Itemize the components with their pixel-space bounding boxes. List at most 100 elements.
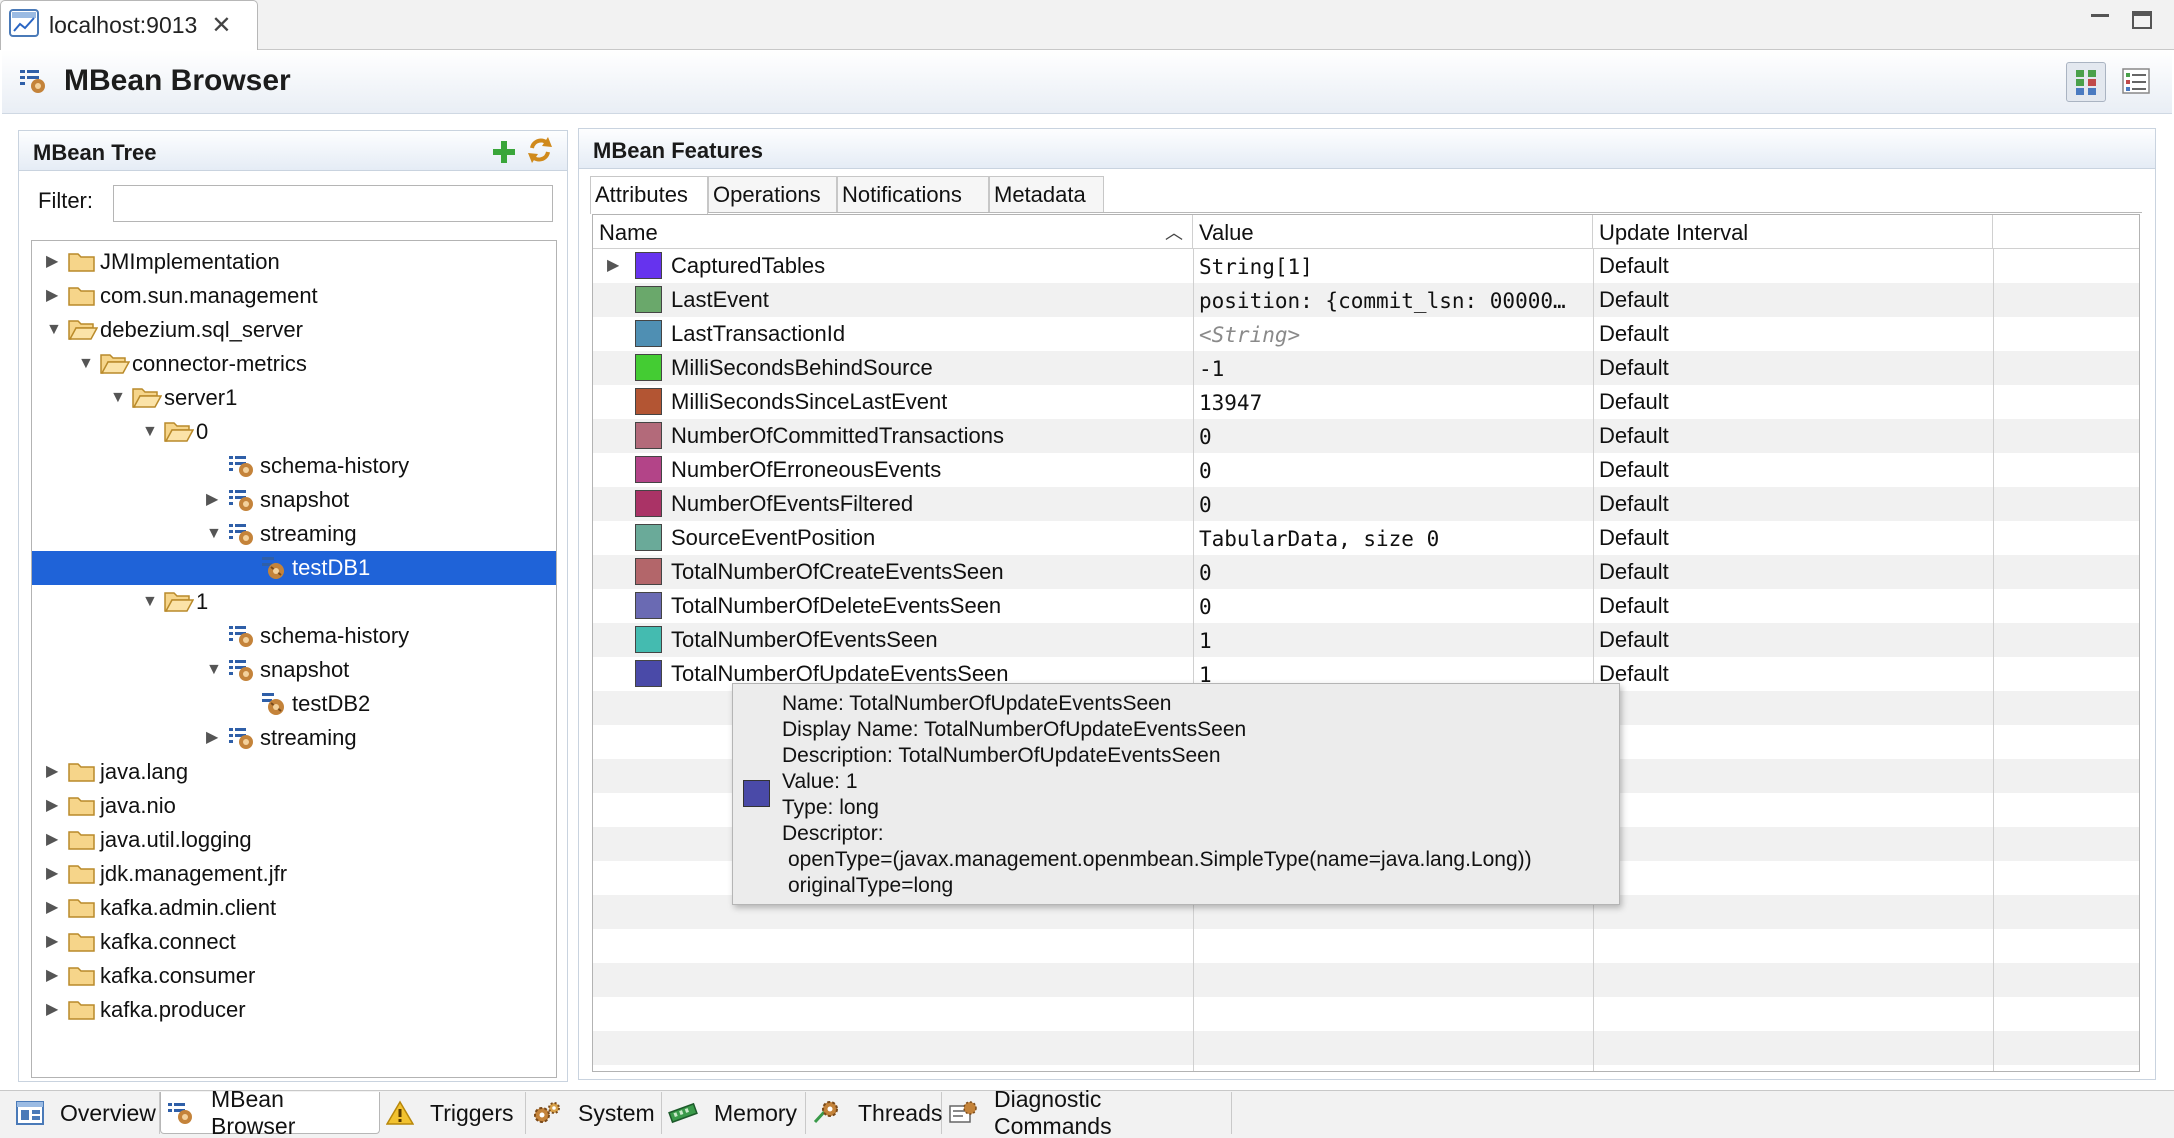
tree-item[interactable]: ▶ java.nio — [32, 789, 556, 823]
attribute-value[interactable]: String[1] — [1199, 255, 1587, 279]
tree-item[interactable]: ▼ streaming — [32, 517, 556, 551]
collapse-arrow-icon[interactable]: ▼ — [206, 525, 222, 543]
tree-item[interactable]: ▼ connector-metrics — [32, 347, 556, 381]
bottom-tab-diagnostic-commands[interactable]: Diagnostic Commands — [942, 1086, 1232, 1138]
tree-item[interactable]: ▼ debezium.sql_server — [32, 313, 556, 347]
tree-item[interactable]: ▶ jdk.management.jfr — [32, 857, 556, 891]
bottom-tab-system[interactable]: System — [526, 1092, 662, 1134]
list-layout-button[interactable] — [2116, 62, 2156, 102]
table-row[interactable]: TotalNumberOfDeleteEventsSeen 0 Default — [593, 589, 2139, 623]
tree-item[interactable]: ▶ kafka.producer — [32, 993, 556, 1027]
attribute-update-interval[interactable]: Default — [1599, 287, 1669, 313]
column-header-update-interval[interactable]: Update Interval — [1593, 215, 1993, 249]
collapse-arrow-icon[interactable]: ▼ — [46, 321, 62, 339]
tree-item[interactable]: ▶ kafka.connect — [32, 925, 556, 959]
expand-arrow-icon[interactable]: ▶ — [46, 865, 62, 883]
expand-arrow-icon[interactable]: ▶ — [607, 255, 619, 275]
add-icon[interactable] — [490, 138, 518, 171]
table-row[interactable]: LastEvent position: {commit_lsn: 00000… De… — [593, 283, 2139, 317]
tree-item[interactable]: ▶ com.sun.management — [32, 279, 556, 313]
attributes-table[interactable]: Name ︿ Value Update Interval ▶ CapturedTa… — [592, 214, 2140, 1072]
attribute-value[interactable]: <String> — [1199, 323, 1587, 347]
bottom-tab-memory[interactable]: Memory — [662, 1092, 806, 1134]
tree-item[interactable]: ▶ JMImplementation — [32, 245, 556, 279]
tree-item[interactable]: ▶ kafka.admin.client — [32, 891, 556, 925]
bottom-tab-mbean-browser[interactable]: MBean Browser — [160, 1086, 380, 1138]
minimize-icon[interactable] — [2088, 8, 2112, 32]
tab-operations[interactable]: Operations — [708, 176, 837, 212]
table-row[interactable]: NumberOfEventsFiltered 0 Default — [593, 487, 2139, 521]
attribute-value[interactable]: -1 — [1199, 357, 1587, 381]
tree-item[interactable]: ▶ kafka.consumer — [32, 959, 556, 993]
attribute-value[interactable]: 1 — [1199, 629, 1587, 653]
expand-arrow-icon[interactable]: ▶ — [46, 831, 62, 849]
table-row[interactable]: NumberOfErroneousEvents 0 Default — [593, 453, 2139, 487]
tree-item[interactable]: ▼ 0 — [32, 415, 556, 449]
tab-metadata[interactable]: Metadata — [989, 176, 1104, 212]
attribute-value[interactable]: 0 — [1199, 425, 1587, 449]
expand-arrow-icon[interactable]: ▶ — [46, 967, 62, 985]
collapse-arrow-icon[interactable]: ▼ — [78, 355, 94, 373]
expand-arrow-icon[interactable]: ▶ — [206, 729, 222, 747]
collapse-arrow-icon[interactable]: ▼ — [110, 389, 126, 407]
tree-item[interactable]: ▶ java.util.logging — [32, 823, 556, 857]
tree-item[interactable]: testDB2 — [32, 687, 556, 721]
attribute-update-interval[interactable]: Default — [1599, 525, 1669, 551]
expand-arrow-icon[interactable]: ▶ — [206, 491, 222, 509]
collapse-arrow-icon[interactable]: ▼ — [206, 661, 222, 679]
table-row[interactable]: MilliSecondsBehindSource -1 Default — [593, 351, 2139, 385]
bottom-tab-overview[interactable]: Overview — [10, 1092, 160, 1134]
bottom-tab-threads[interactable]: Threads — [806, 1092, 942, 1134]
attribute-value[interactable]: 0 — [1199, 561, 1587, 585]
attribute-update-interval[interactable]: Default — [1599, 423, 1669, 449]
tree-item[interactable]: schema-history — [32, 619, 556, 653]
expand-arrow-icon[interactable]: ▶ — [46, 933, 62, 951]
attribute-value[interactable]: 0 — [1199, 595, 1587, 619]
attribute-update-interval[interactable]: Default — [1599, 389, 1669, 415]
attribute-update-interval[interactable]: Default — [1599, 253, 1669, 279]
close-tab-icon[interactable]: ✕ — [211, 11, 231, 40]
mbean-tree[interactable]: ▶ JMImplementation ▶ com.sun.management ▼ deb… — [31, 240, 557, 1078]
filter-input[interactable] — [113, 185, 553, 222]
table-row[interactable]: SourceEventPosition TabularData, size 0 De… — [593, 521, 2139, 555]
attribute-update-interval[interactable]: Default — [1599, 355, 1669, 381]
tree-item[interactable]: ▼ server1 — [32, 381, 556, 415]
bottom-tab-triggers[interactable]: Triggers — [380, 1092, 526, 1134]
expand-arrow-icon[interactable]: ▶ — [46, 287, 62, 305]
column-header-value[interactable]: Value — [1193, 215, 1593, 249]
table-row[interactable]: TotalNumberOfEventsSeen 1 Default — [593, 623, 2139, 657]
attribute-update-interval[interactable]: Default — [1599, 321, 1669, 347]
attribute-update-interval[interactable]: Default — [1599, 559, 1669, 585]
table-row[interactable]: ▶ CapturedTables String[1] Default — [593, 249, 2139, 283]
attribute-value[interactable]: 13947 — [1199, 391, 1587, 415]
collapse-arrow-icon[interactable]: ▼ — [142, 593, 158, 611]
table-row[interactable]: NumberOfCommittedTransactions 0 Default — [593, 419, 2139, 453]
table-row[interactable]: TotalNumberOfCreateEventsSeen 0 Default — [593, 555, 2139, 589]
refresh-icon[interactable] — [524, 134, 556, 171]
tree-item[interactable]: ▼ 1 — [32, 585, 556, 619]
maximize-icon[interactable] — [2130, 8, 2154, 32]
expand-arrow-icon[interactable]: ▶ — [46, 253, 62, 271]
tree-item[interactable]: ▶ snapshot — [32, 483, 556, 517]
editor-tab[interactable]: localhost:9013 ✕ — [0, 0, 258, 50]
expand-arrow-icon[interactable]: ▶ — [46, 763, 62, 781]
tree-item[interactable]: ▶ streaming — [32, 721, 556, 755]
attribute-value[interactable]: 0 — [1199, 459, 1587, 483]
expand-arrow-icon[interactable]: ▶ — [46, 899, 62, 917]
tree-item[interactable]: testDB1 — [32, 551, 556, 585]
tab-notifications[interactable]: Notifications — [837, 176, 989, 212]
attribute-update-interval[interactable]: Default — [1599, 491, 1669, 517]
attribute-update-interval[interactable]: Default — [1599, 627, 1669, 653]
table-row[interactable]: LastTransactionId <String> Default — [593, 317, 2139, 351]
tree-item[interactable]: ▶ java.lang — [32, 755, 556, 789]
attribute-value[interactable]: TabularData, size 0 — [1199, 527, 1587, 551]
expand-arrow-icon[interactable]: ▶ — [46, 797, 62, 815]
attribute-update-interval[interactable]: Default — [1599, 593, 1669, 619]
expand-arrow-icon[interactable]: ▶ — [46, 1001, 62, 1019]
attribute-value[interactable]: 0 — [1199, 493, 1587, 517]
tree-layout-button[interactable] — [2066, 62, 2106, 102]
column-header-name[interactable]: Name ︿ — [593, 215, 1193, 249]
tab-attributes[interactable]: Attributes — [590, 176, 708, 214]
attribute-value[interactable]: position: {commit_lsn: 00000… — [1199, 289, 1587, 313]
collapse-arrow-icon[interactable]: ▼ — [142, 423, 158, 441]
